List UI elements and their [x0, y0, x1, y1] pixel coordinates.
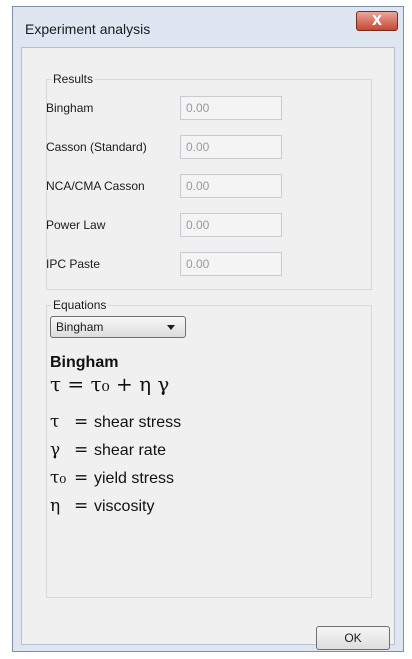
result-field-nca-cma-casson[interactable]: [180, 174, 282, 198]
result-label-bingham: Bingham: [46, 101, 94, 115]
definition-meaning: shear rate: [94, 442, 167, 459]
equation-model-select[interactable]: Bingham: [50, 316, 186, 338]
results-legend: Results: [53, 72, 94, 86]
ok-button-label: OK: [344, 631, 362, 645]
definition-equals: =: [74, 468, 89, 488]
ok-button[interactable]: OK: [316, 626, 390, 650]
definition-meaning: shear stress: [94, 414, 182, 431]
definition-symbol: τ₀: [50, 468, 67, 488]
definition-equals: =: [74, 496, 89, 516]
result-label-ipc-paste: IPC Paste: [46, 257, 101, 271]
result-label-power-law: Power Law: [46, 218, 106, 232]
dialog-body: Results Bingham Casson (Standard) NCA/CM…: [21, 47, 395, 650]
result-field-bingham[interactable]: [180, 96, 282, 120]
window-title: Experiment analysis: [25, 21, 151, 37]
definition-equals: =: [74, 412, 89, 432]
chevron-down-icon: [167, 325, 175, 330]
result-field-ipc-paste[interactable]: [180, 252, 282, 276]
close-icon: X: [371, 13, 383, 29]
result-field-power-law[interactable]: [180, 213, 282, 237]
definition-symbol: τ: [50, 412, 60, 432]
result-label-casson-standard: Casson (Standard): [46, 140, 147, 154]
equation-formula: τ = τ₀ + η γ: [50, 372, 170, 396]
definition-meaning: viscosity: [94, 498, 155, 515]
definition-equals: =: [74, 440, 89, 460]
title-bar[interactable]: Experiment analysis X: [13, 7, 403, 47]
equation-title: Bingham: [50, 354, 119, 371]
equation-model-selected: Bingham: [56, 320, 104, 334]
dialog-window: Experiment analysis X Results Bingham Ca…: [12, 6, 404, 652]
result-field-casson-standard[interactable]: [180, 135, 282, 159]
definition-meaning: yield stress: [94, 470, 175, 487]
definition-symbol: η: [50, 496, 61, 516]
close-button[interactable]: X: [356, 11, 398, 31]
result-label-nca-cma-casson: NCA/CMA Casson: [46, 179, 145, 193]
definition-symbol: γ: [50, 440, 61, 460]
equations-legend: Equations: [53, 298, 107, 312]
